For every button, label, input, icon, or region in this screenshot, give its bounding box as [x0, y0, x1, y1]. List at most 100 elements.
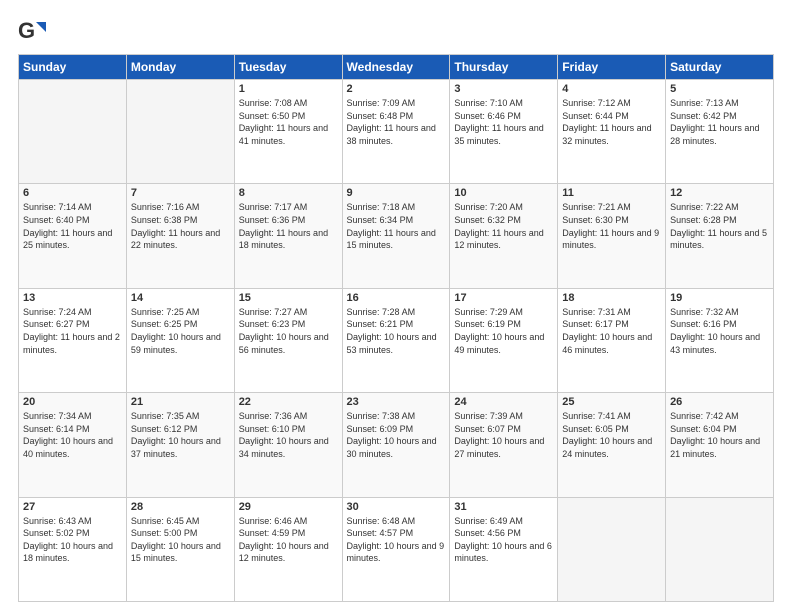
day-number: 8 [239, 187, 338, 199]
calendar-week-row: 27 Sunrise: 6:43 AM Sunset: 5:02 PM Dayli… [19, 497, 774, 601]
day-info: Sunrise: 7:24 AM Sunset: 6:27 PM Dayligh… [23, 306, 122, 356]
calendar-cell: 21 Sunrise: 7:35 AM Sunset: 6:12 PM Dayli… [126, 393, 234, 497]
calendar-week-row: 13 Sunrise: 7:24 AM Sunset: 6:27 PM Dayli… [19, 288, 774, 392]
calendar-table: SundayMondayTuesdayWednesdayThursdayFrid… [18, 54, 774, 602]
day-number: 30 [347, 501, 446, 513]
calendar-cell: 27 Sunrise: 6:43 AM Sunset: 5:02 PM Dayli… [19, 497, 127, 601]
day-number: 16 [347, 292, 446, 304]
calendar-cell: 7 Sunrise: 7:16 AM Sunset: 6:38 PM Daylig… [126, 184, 234, 288]
calendar-cell: 2 Sunrise: 7:09 AM Sunset: 6:48 PM Daylig… [342, 80, 450, 184]
day-number: 5 [670, 83, 769, 95]
calendar-cell: 16Sunrise: 7:28 AM Sunset: 6:21 PM Dayli… [342, 288, 450, 392]
day-number: 4 [562, 83, 661, 95]
calendar-cell: 4 Sunrise: 7:12 AM Sunset: 6:44 PM Daylig… [558, 80, 666, 184]
calendar-week-row: 6Sunrise: 7:14 AM Sunset: 6:40 PM Daylig… [19, 184, 774, 288]
day-number: 14 [131, 292, 230, 304]
day-info: Sunrise: 7:10 AM Sunset: 6:46 PM Dayligh… [454, 97, 553, 147]
day-info: Sunrise: 7:22 AM Sunset: 6:28 PM Dayligh… [670, 201, 769, 251]
day-number: 19 [670, 292, 769, 304]
calendar-cell: 24 Sunrise: 7:39 AM Sunset: 6:07 PM Dayli… [450, 393, 558, 497]
day-info: Sunrise: 7:20 AM Sunset: 6:32 PM Dayligh… [454, 201, 553, 251]
calendar-cell: 12 Sunrise: 7:22 AM Sunset: 6:28 PM Dayli… [666, 184, 774, 288]
day-info: Sunrise: 7:14 AM Sunset: 6:40 PM Dayligh… [23, 201, 122, 251]
calendar-cell: 3 Sunrise: 7:10 AM Sunset: 6:46 PM Daylig… [450, 80, 558, 184]
day-number: 15 [239, 292, 338, 304]
calendar-day-header: Sunday [19, 55, 127, 80]
calendar-cell: 28Sunrise: 6:45 AM Sunset: 5:00 PM Dayli… [126, 497, 234, 601]
calendar-cell: 22 Sunrise: 7:36 AM Sunset: 6:10 PM Dayli… [234, 393, 342, 497]
day-number: 10 [454, 187, 553, 199]
logo: G [18, 18, 50, 46]
calendar-cell [19, 80, 127, 184]
calendar-cell: 29Sunrise: 6:46 AM Sunset: 4:59 PM Dayli… [234, 497, 342, 601]
day-info: Sunrise: 7:13 AM Sunset: 6:42 PM Dayligh… [670, 97, 769, 147]
day-number: 27 [23, 501, 122, 513]
calendar-cell [126, 80, 234, 184]
day-info: Sunrise: 6:45 AM Sunset: 5:00 PM Dayligh… [131, 515, 230, 565]
day-number: 23 [347, 396, 446, 408]
calendar-cell: 11Sunrise: 7:21 AM Sunset: 6:30 PM Dayli… [558, 184, 666, 288]
day-number: 25 [562, 396, 661, 408]
day-number: 22 [239, 396, 338, 408]
calendar-cell: 19 Sunrise: 7:32 AM Sunset: 6:16 PM Dayli… [666, 288, 774, 392]
day-number: 21 [131, 396, 230, 408]
calendar-cell: 31Sunrise: 6:49 AM Sunset: 4:56 PM Dayli… [450, 497, 558, 601]
calendar-day-header: Friday [558, 55, 666, 80]
day-info: Sunrise: 7:27 AM Sunset: 6:23 PM Dayligh… [239, 306, 338, 356]
day-info: Sunrise: 6:49 AM Sunset: 4:56 PM Dayligh… [454, 515, 553, 565]
calendar-cell: 13 Sunrise: 7:24 AM Sunset: 6:27 PM Dayli… [19, 288, 127, 392]
day-info: Sunrise: 7:35 AM Sunset: 6:12 PM Dayligh… [131, 410, 230, 460]
page-header: G [18, 18, 774, 46]
day-number: 1 [239, 83, 338, 95]
day-info: Sunrise: 7:36 AM Sunset: 6:10 PM Dayligh… [239, 410, 338, 460]
day-number: 12 [670, 187, 769, 199]
calendar-cell: 9Sunrise: 7:18 AM Sunset: 6:34 PM Daylig… [342, 184, 450, 288]
calendar-cell: 15 Sunrise: 7:27 AM Sunset: 6:23 PM Dayli… [234, 288, 342, 392]
day-number: 7 [131, 187, 230, 199]
day-number: 17 [454, 292, 553, 304]
day-info: Sunrise: 7:12 AM Sunset: 6:44 PM Dayligh… [562, 97, 661, 147]
day-info: Sunrise: 7:34 AM Sunset: 6:14 PM Dayligh… [23, 410, 122, 460]
day-info: Sunrise: 6:48 AM Sunset: 4:57 PM Dayligh… [347, 515, 446, 565]
day-number: 13 [23, 292, 122, 304]
day-number: 2 [347, 83, 446, 95]
calendar-day-header: Monday [126, 55, 234, 80]
calendar-cell: 20 Sunrise: 7:34 AM Sunset: 6:14 PM Dayli… [19, 393, 127, 497]
calendar-cell: 17 Sunrise: 7:29 AM Sunset: 6:19 PM Dayli… [450, 288, 558, 392]
day-info: Sunrise: 7:38 AM Sunset: 6:09 PM Dayligh… [347, 410, 446, 460]
day-info: Sunrise: 6:43 AM Sunset: 5:02 PM Dayligh… [23, 515, 122, 565]
calendar-cell: 30 Sunrise: 6:48 AM Sunset: 4:57 PM Dayli… [342, 497, 450, 601]
day-info: Sunrise: 7:41 AM Sunset: 6:05 PM Dayligh… [562, 410, 661, 460]
day-info: Sunrise: 7:09 AM Sunset: 6:48 PM Dayligh… [347, 97, 446, 147]
logo-icon: G [18, 18, 46, 46]
day-info: Sunrise: 6:46 AM Sunset: 4:59 PM Dayligh… [239, 515, 338, 565]
calendar-day-header: Tuesday [234, 55, 342, 80]
day-info: Sunrise: 7:39 AM Sunset: 6:07 PM Dayligh… [454, 410, 553, 460]
day-number: 24 [454, 396, 553, 408]
day-number: 26 [670, 396, 769, 408]
calendar-cell: 6Sunrise: 7:14 AM Sunset: 6:40 PM Daylig… [19, 184, 127, 288]
day-info: Sunrise: 7:17 AM Sunset: 6:36 PM Dayligh… [239, 201, 338, 251]
day-info: Sunrise: 7:42 AM Sunset: 6:04 PM Dayligh… [670, 410, 769, 460]
calendar-cell: 1Sunrise: 7:08 AM Sunset: 6:50 PM Daylig… [234, 80, 342, 184]
calendar-cell: 25 Sunrise: 7:41 AM Sunset: 6:05 PM Dayli… [558, 393, 666, 497]
calendar-cell: 18 Sunrise: 7:31 AM Sunset: 6:17 PM Dayli… [558, 288, 666, 392]
calendar-day-header: Saturday [666, 55, 774, 80]
calendar-week-row: 1Sunrise: 7:08 AM Sunset: 6:50 PM Daylig… [19, 80, 774, 184]
day-number: 18 [562, 292, 661, 304]
day-info: Sunrise: 7:29 AM Sunset: 6:19 PM Dayligh… [454, 306, 553, 356]
calendar-week-row: 20 Sunrise: 7:34 AM Sunset: 6:14 PM Dayli… [19, 393, 774, 497]
day-number: 20 [23, 396, 122, 408]
day-info: Sunrise: 7:32 AM Sunset: 6:16 PM Dayligh… [670, 306, 769, 356]
calendar-cell: 23 Sunrise: 7:38 AM Sunset: 6:09 PM Dayli… [342, 393, 450, 497]
day-number: 3 [454, 83, 553, 95]
day-info: Sunrise: 7:16 AM Sunset: 6:38 PM Dayligh… [131, 201, 230, 251]
svg-text:G: G [18, 18, 35, 43]
day-info: Sunrise: 7:25 AM Sunset: 6:25 PM Dayligh… [131, 306, 230, 356]
day-info: Sunrise: 7:31 AM Sunset: 6:17 PM Dayligh… [562, 306, 661, 356]
calendar-day-header: Thursday [450, 55, 558, 80]
calendar-cell [666, 497, 774, 601]
day-number: 11 [562, 187, 661, 199]
day-info: Sunrise: 7:18 AM Sunset: 6:34 PM Dayligh… [347, 201, 446, 251]
calendar-cell: 5 Sunrise: 7:13 AM Sunset: 6:42 PM Daylig… [666, 80, 774, 184]
